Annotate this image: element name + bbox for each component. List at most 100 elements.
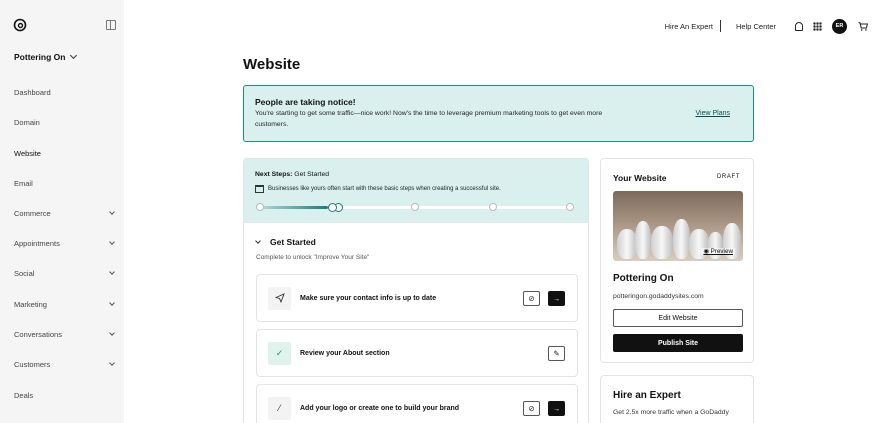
task-item-contact-info[interactable]: Make sure your contact info is up to dat… <box>256 274 578 322</box>
hire-expert-title: Hire an Expert <box>613 390 681 401</box>
get-started-title: Get Started <box>270 237 316 247</box>
site-switcher-label: Pottering On <box>14 52 66 62</box>
website-url: potteringon.godaddysites.com <box>613 293 704 300</box>
sidebar-item-conversations[interactable]: Conversations <box>14 327 116 341</box>
task-label: Review your About section <box>300 349 390 357</box>
go-to-task-button[interactable]: → <box>548 400 565 416</box>
progress-stage-dot <box>256 203 264 211</box>
publish-site-button[interactable]: Publish Site <box>613 334 743 352</box>
website-thumbnail[interactable]: ◉ Preview <box>613 191 743 261</box>
task-label: Make sure your contact info is up to dat… <box>300 294 437 302</box>
sidebar-item-label: Commerce <box>14 208 51 218</box>
sidebar-item-email[interactable]: Email <box>14 176 116 190</box>
page-title: Website <box>243 56 301 73</box>
cart-icon[interactable] <box>858 21 868 31</box>
preview-label: Preview <box>710 248 733 255</box>
sidebar-item-dashboard[interactable]: Dashboard <box>14 85 116 99</box>
edit-task-button[interactable]: ✎ <box>548 345 565 361</box>
status-badge: DRAFT <box>717 174 740 180</box>
progress-stage-dot <box>411 203 419 211</box>
hire-expert-link[interactable]: Hire An Expert <box>658 22 720 31</box>
arrow-right-icon: → <box>552 293 561 303</box>
eye-slash-icon: ⊘ <box>528 293 535 303</box>
sidebar-item-label: Dashboard <box>14 87 51 97</box>
arrow-right-icon: → <box>552 403 561 413</box>
divider <box>719 20 721 32</box>
notice-title: People are taking notice! <box>255 97 356 107</box>
get-started-toggle[interactable]: Get Started <box>255 237 316 247</box>
next-steps-hint: Businesses like yours often start with t… <box>255 185 577 193</box>
pencil-icon: ✎ <box>553 348 560 358</box>
chevron-down-icon <box>255 237 261 244</box>
sidebar-item-commerce[interactable]: Commerce <box>14 206 116 220</box>
your-website-title: Your Website <box>613 173 667 183</box>
go-to-task-button[interactable]: → <box>548 290 565 306</box>
hide-task-button[interactable]: ⊘ <box>523 400 540 416</box>
magic-wand-icon: ⁄ <box>268 396 291 420</box>
send-icon <box>268 286 291 310</box>
sidebar-item-label: Customers <box>14 359 51 369</box>
task-item-about-section[interactable]: ✓ Review your About section ✎ <box>256 329 578 377</box>
sidebar-item-label: Deals <box>14 390 34 400</box>
edit-website-button[interactable]: Edit Website <box>613 309 743 327</box>
vase-shape <box>635 221 651 259</box>
task-item-logo[interactable]: ⁄ Add your logo or create one to build y… <box>256 384 578 423</box>
sidebar-item-domain[interactable]: Domain <box>14 115 116 129</box>
view-plans-link[interactable]: View Plans <box>695 110 730 117</box>
progress-stage-dot <box>489 203 497 211</box>
vase-shape <box>617 229 637 259</box>
hide-task-button[interactable]: ⊘ <box>523 290 540 306</box>
storefront-icon <box>255 185 264 193</box>
hire-expert-card: Hire an Expert Get 2.5x more traffic whe… <box>600 375 754 423</box>
sidebar-item-label: Appointments <box>14 238 60 248</box>
preview-link[interactable]: ◉ Preview <box>701 248 735 255</box>
get-started-subtitle: Complete to unlock "Improve Your Site" <box>256 254 370 261</box>
next-steps-header: Next Steps: Get Started Businesses like … <box>244 159 588 223</box>
next-steps-label: Next Steps: <box>255 171 293 178</box>
traffic-notice-banner: People are taking notice! You're startin… <box>243 85 754 142</box>
vase-shape <box>673 219 690 259</box>
chevron-down-icon <box>109 359 115 366</box>
bell-icon[interactable] <box>795 21 803 31</box>
avatar[interactable]: ER <box>832 18 847 34</box>
sidebar-item-deals[interactable]: Deals <box>14 388 116 402</box>
next-steps-card: Next Steps: Get Started Businesses like … <box>243 158 589 423</box>
sidebar-item-social[interactable]: Social <box>14 266 116 280</box>
website-name: Pottering On <box>613 273 674 284</box>
chevron-down-icon <box>109 329 115 336</box>
sidebar-item-website[interactable]: Website <box>14 146 116 160</box>
site-switcher[interactable]: Pottering On <box>14 51 78 62</box>
top-bar: Hire An Expert Help Center ER <box>658 18 868 34</box>
check-icon: ✓ <box>268 341 291 365</box>
chevron-down-icon <box>109 208 115 215</box>
your-website-card: Your Website DRAFT ◉ Preview Pottering O… <box>600 158 754 363</box>
eye-icon: ◉ <box>703 248 711 255</box>
godaddy-logo-icon[interactable] <box>13 18 27 32</box>
sidebar: Pottering On Dashboard Domain Website Em… <box>0 0 124 423</box>
hire-expert-desc: Get 2.5x more traffic when a GoDaddy <box>613 409 729 416</box>
collapse-sidebar-icon[interactable] <box>106 20 116 30</box>
chevron-down-icon <box>109 268 115 275</box>
progress-track <box>256 203 574 212</box>
chevron-down-icon <box>109 238 115 245</box>
chevron-down-icon <box>70 51 78 60</box>
eye-slash-icon: ⊘ <box>528 403 535 413</box>
notice-body: You're starting to get some traffic—nice… <box>255 110 603 128</box>
sidebar-item-label: Conversations <box>14 329 62 339</box>
sidebar-item-label: Website <box>14 148 41 158</box>
sidebar-item-customers[interactable]: Customers <box>14 357 116 371</box>
progress-stage-dot <box>566 203 574 211</box>
sidebar-item-label: Domain <box>14 117 40 127</box>
task-label: Add your logo or create one to build you… <box>300 404 460 412</box>
chevron-down-icon <box>109 299 115 306</box>
next-steps-hint-text: Businesses like yours often start with t… <box>268 186 501 192</box>
help-center-link[interactable]: Help Center <box>729 22 783 31</box>
apps-grid-icon[interactable] <box>813 21 822 31</box>
sidebar-item-label: Marketing <box>14 299 47 309</box>
next-steps-value: Get Started <box>294 171 330 178</box>
sidebar-item-label: Email <box>14 178 33 188</box>
sidebar-item-appointments[interactable]: Appointments <box>14 236 116 250</box>
progress-fill <box>256 206 328 209</box>
sidebar-item-marketing[interactable]: Marketing <box>14 297 116 311</box>
sidebar-item-label: Social <box>14 268 35 278</box>
